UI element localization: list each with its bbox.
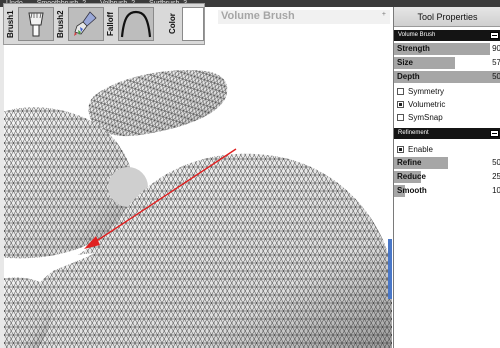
refine-value: 50 (492, 158, 500, 167)
reduce-value: 25 (492, 172, 500, 181)
paint-brush-icon (74, 11, 97, 36)
collapse-icon[interactable] (490, 130, 499, 137)
smooth-label: Smooth (397, 186, 427, 195)
brush1-label: Brush1 (6, 10, 15, 38)
reduce-slider[interactable]: Reduce 25 (394, 171, 500, 183)
color-label: Color (168, 13, 177, 35)
size-label: Size (397, 58, 414, 67)
3d-viewport[interactable] (0, 7, 393, 348)
symmetry-checkbox[interactable] (397, 88, 404, 95)
strength-slider[interactable]: Strength 90 (394, 43, 500, 55)
falloff-curve-icon (120, 10, 152, 38)
brush-bristle-icon (28, 12, 44, 37)
brush-header: Volume Brush + (218, 10, 390, 24)
size-value: 57 (492, 58, 500, 67)
volume-brush-section-title: Volume Brush (398, 32, 436, 38)
brush1-button[interactable] (18, 7, 54, 41)
viewport-scrollbar[interactable] (388, 239, 392, 299)
symsnap-checkbox-row[interactable]: SymSnap (394, 111, 500, 124)
falloff-button[interactable] (118, 7, 154, 41)
depth-label: Depth (397, 72, 420, 81)
volumetric-label: Volumetric (408, 100, 446, 109)
reduce-label: Reduce (397, 172, 426, 181)
symmetry-label: Symmetry (408, 87, 444, 96)
brush2-button[interactable] (68, 7, 104, 41)
symsnap-label: SymSnap (408, 113, 443, 122)
color-swatch[interactable] (182, 7, 204, 41)
bunny-mesh-render (0, 7, 393, 348)
collapse-icon[interactable] (490, 32, 499, 39)
smooth-value: 10 (492, 186, 500, 195)
panel-title: Tool Properties (394, 7, 500, 27)
strength-label: Strength (397, 44, 430, 53)
falloff-label: Falloff (106, 12, 115, 36)
brush-title: Volume Brush (221, 10, 295, 22)
add-brush-button[interactable]: + (382, 11, 386, 18)
depth-slider[interactable]: Depth 50 (394, 71, 500, 83)
size-slider[interactable]: Size 57 (394, 57, 500, 69)
refinement-section-title: Refinement (398, 130, 429, 136)
strength-value: 90 (492, 44, 500, 53)
symmetry-checkbox-row[interactable]: Symmetry (394, 85, 500, 98)
volume-brush-section-header[interactable]: Volume Brush (394, 30, 500, 41)
enable-checkbox[interactable] (397, 146, 404, 153)
refine-slider[interactable]: Refine 50 (394, 157, 500, 169)
tool-properties-panel: Tool Properties Volume Brush Strength 90… (393, 7, 500, 348)
smooth-slider[interactable]: Smooth 10 (394, 185, 500, 197)
volumetric-checkbox-row[interactable]: Volumetric (394, 98, 500, 111)
enable-checkbox-row[interactable]: Enable (394, 143, 500, 156)
volumetric-checkbox[interactable] (397, 101, 404, 108)
refine-label: Refine (397, 158, 422, 167)
depth-value: 50 (492, 72, 500, 81)
brush2-label: Brush2 (56, 10, 65, 38)
enable-label: Enable (408, 145, 433, 154)
symsnap-checkbox[interactable] (397, 114, 404, 121)
refinement-section-header[interactable]: Refinement (394, 128, 500, 139)
brush-toolbar: Brush1 Brush2 Falloff Color (3, 3, 205, 45)
